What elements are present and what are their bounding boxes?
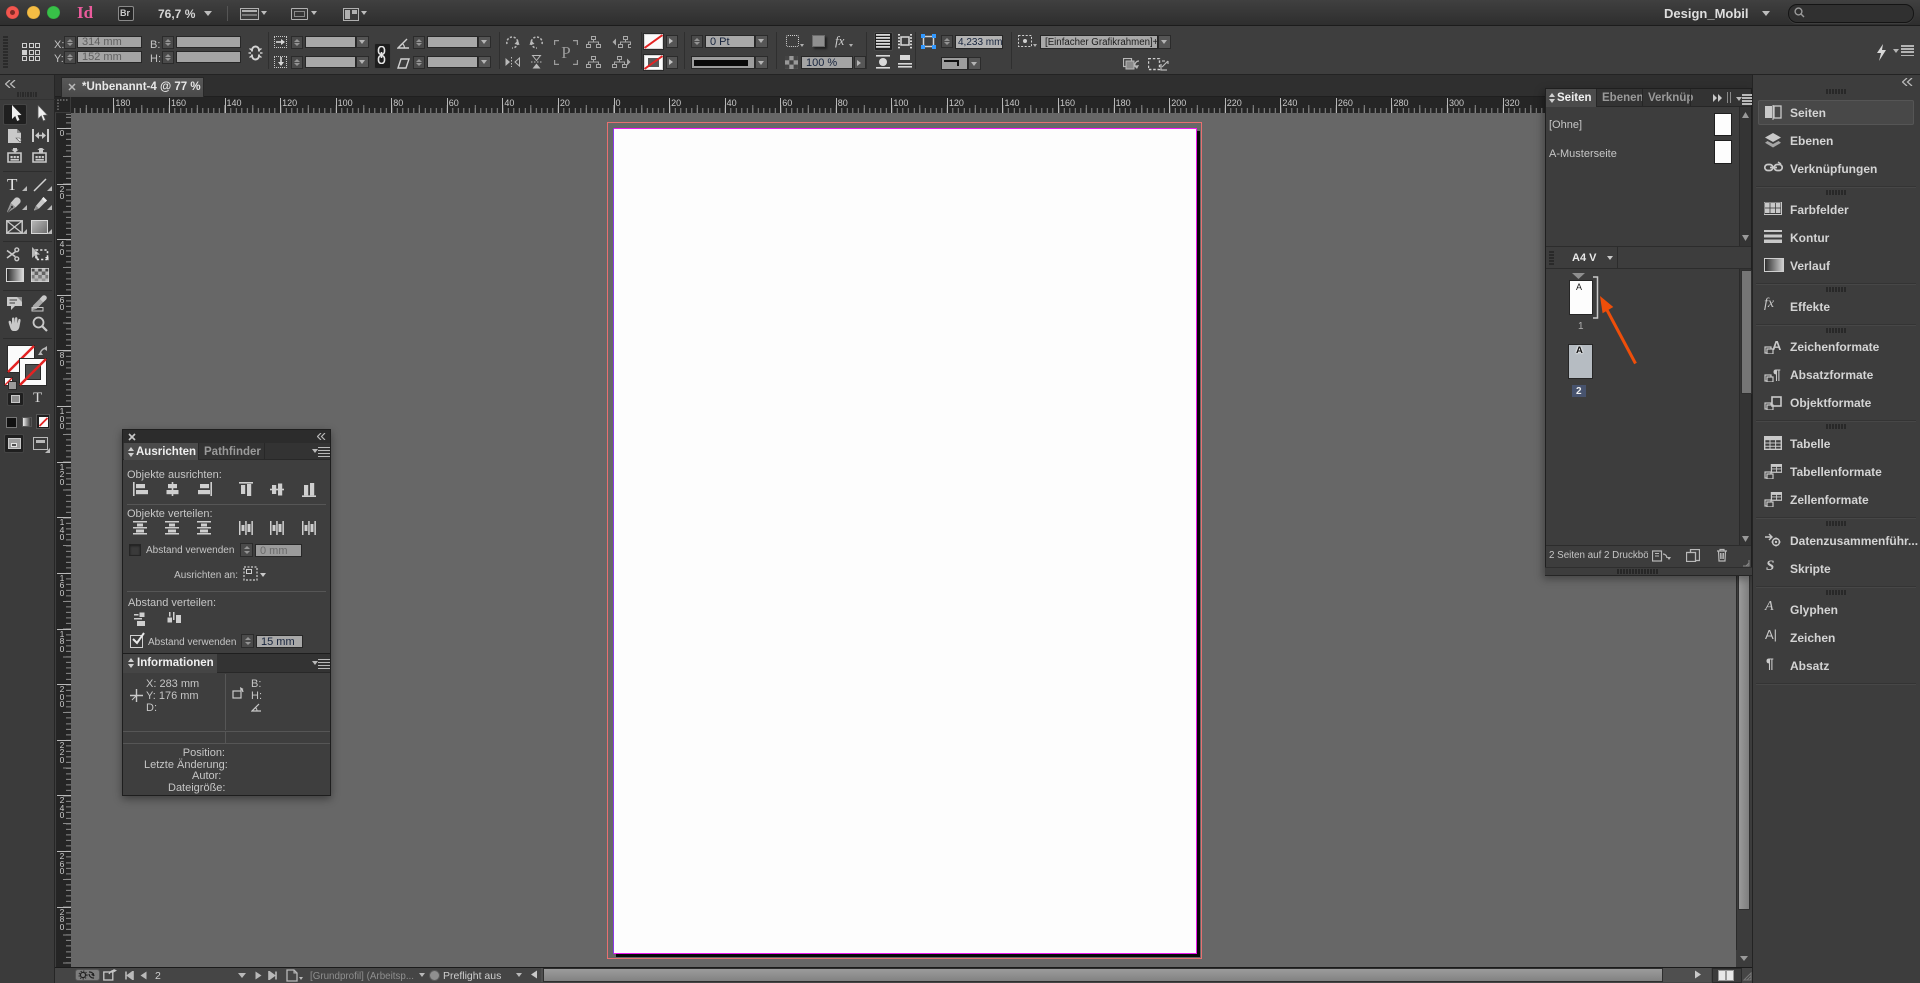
svg-text:¶: ¶ <box>1773 367 1781 382</box>
svg-text:A: A <box>1772 339 1782 353</box>
svg-text:P: P <box>561 43 570 62</box>
